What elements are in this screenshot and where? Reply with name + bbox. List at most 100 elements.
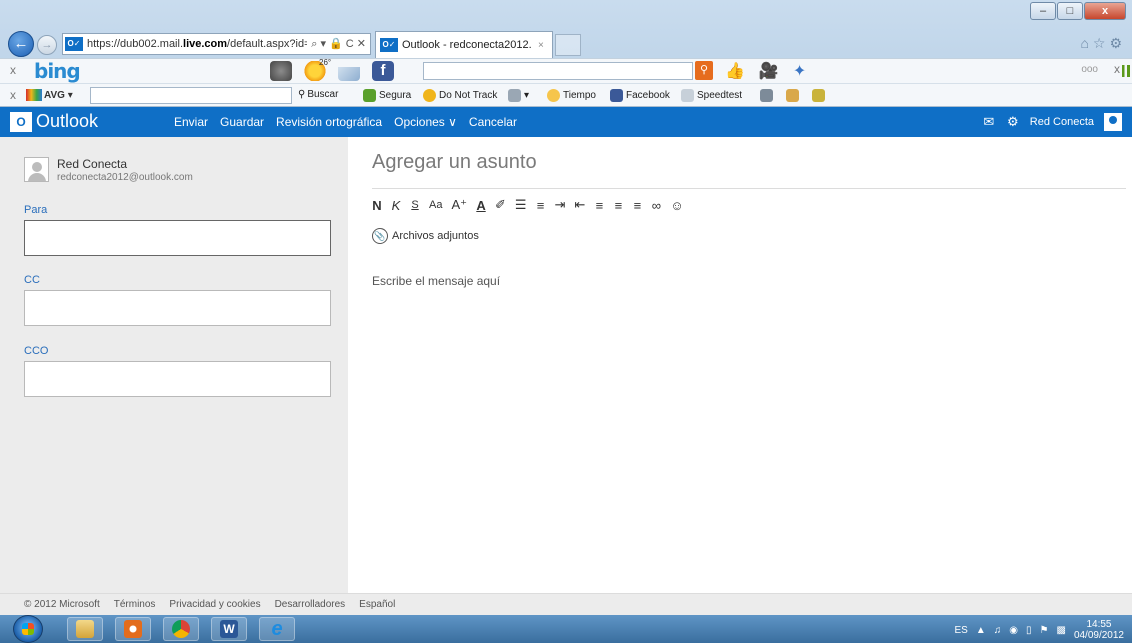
bing-right-close[interactable]: x [1114, 62, 1120, 76]
notes-icon[interactable] [786, 89, 799, 102]
traffic-icon[interactable] [270, 61, 292, 81]
mail-icon[interactable] [338, 67, 360, 81]
outlook-header: O Outlook Enviar Guardar Revisión ortogr… [0, 107, 1132, 137]
clock-time: 14:55 [1086, 619, 1112, 630]
trash-dropdown[interactable]: ▾ [508, 89, 529, 102]
privacy-link[interactable]: Privacidad y cookies [169, 599, 260, 610]
speedtest-button[interactable]: Speedtest [681, 89, 742, 102]
buscar-button[interactable]: ⚲ Buscar [298, 89, 338, 100]
avg-search-input[interactable] [90, 87, 292, 104]
new-tab-button[interactable] [555, 34, 581, 56]
tiempo-button[interactable]: Tiempo [547, 89, 596, 102]
align-right-button[interactable]: ≡ [632, 198, 642, 213]
taskbar-word[interactable]: W [211, 617, 247, 641]
bullet-list-button[interactable]: ≡ [536, 198, 546, 213]
bing-logo[interactable]: bing [34, 59, 81, 83]
send-button[interactable]: Enviar [174, 115, 208, 129]
back-button[interactable]: ← [8, 31, 34, 57]
language-link[interactable]: Español [359, 599, 395, 610]
segura-button[interactable]: Segura [363, 89, 411, 102]
bing-search-input[interactable] [423, 62, 693, 80]
volume-icon[interactable]: ♫ [994, 625, 1002, 636]
highlight-button[interactable]: ✐ [495, 197, 506, 213]
eye-icon [423, 89, 436, 102]
bing-bar-close[interactable]: x [10, 63, 16, 77]
language-indicator[interactable]: ES [955, 625, 968, 636]
emoticon-button[interactable]: ☺ [670, 198, 683, 213]
bcc-field[interactable] [24, 361, 331, 397]
start-button[interactable] [13, 615, 43, 643]
close-window-button[interactable]: x [1084, 2, 1126, 20]
to-field[interactable] [24, 220, 331, 256]
calculator-icon[interactable] [760, 89, 773, 102]
sender-name: Red Conecta [57, 157, 128, 171]
like-icon[interactable]: 👍 [725, 61, 745, 81]
address-tools[interactable]: ⌕ ▾ 🔒 C ✕ [307, 37, 370, 51]
developers-link[interactable]: Desarrolladores [275, 599, 346, 610]
user-avatar[interactable] [1104, 113, 1122, 131]
user-name[interactable]: Red Conecta [1030, 116, 1094, 128]
messaging-icon[interactable]: ✉ [982, 115, 996, 129]
font-color-button[interactable]: A [476, 198, 486, 213]
taskbar-ie[interactable]: e [259, 617, 295, 641]
bing-more-dots[interactable]: ooo [1081, 64, 1098, 75]
do-not-track-button[interactable]: Do Not Track [423, 89, 497, 102]
news-icon[interactable]: ✦ [793, 61, 806, 81]
underline-button[interactable]: S [410, 199, 420, 211]
tab-close-icon[interactable]: × [538, 40, 544, 51]
terms-link[interactable]: Términos [114, 599, 156, 610]
facebook-icon[interactable]: f [372, 61, 394, 81]
flag-icon[interactable]: ⚑ [1040, 625, 1049, 636]
network-icon[interactable]: ◉ [1009, 625, 1018, 636]
video-icon[interactable]: 🎥 [759, 61, 779, 81]
spellcheck-button[interactable]: Revisión ortográfica [276, 115, 382, 129]
maximize-button[interactable]: □ [1057, 2, 1083, 20]
italic-button[interactable]: K [391, 198, 401, 213]
facebook-small-icon [610, 89, 623, 102]
link-button[interactable]: ∞ [651, 198, 661, 213]
outlook-logo[interactable]: O Outlook [10, 111, 98, 132]
paperclip-icon: 📎 [372, 228, 388, 244]
weather-icon[interactable]: 26° [304, 58, 331, 81]
avg-logo-icon [26, 89, 42, 101]
subject-input[interactable]: Agregar un asunto [372, 151, 537, 174]
tray-expand-icon[interactable]: ▲ [976, 625, 986, 636]
gear-icon[interactable]: ⚙ [1006, 115, 1020, 129]
cancel-button[interactable]: Cancelar [469, 115, 517, 129]
address-bar[interactable]: O✓ https://dub002.mail.live.com/default.… [62, 33, 371, 55]
align-left-button[interactable]: ≡ [594, 198, 604, 213]
tab-outlook[interactable]: O✓ Outlook - redconecta2012... × [375, 31, 553, 58]
options-dropdown[interactable]: Opciones ∨ [394, 115, 457, 129]
cc-field[interactable] [24, 290, 331, 326]
taskbar-media-player[interactable] [115, 617, 151, 641]
copyright: © 2012 Microsoft [24, 599, 100, 610]
clock[interactable]: 14:55 04/09/2012 [1074, 619, 1124, 641]
page-footer: © 2012 Microsoft Términos Privacidad y c… [0, 593, 1132, 615]
facebook-button[interactable]: Facebook [610, 89, 670, 102]
avg-tools-icons[interactable] [760, 89, 828, 102]
attachments-button[interactable]: 📎 Archivos adjuntos [372, 228, 479, 244]
forward-button[interactable]: → [37, 35, 57, 55]
message-body[interactable]: Escribe el mensaje aquí [372, 274, 500, 288]
decrease-indent-button[interactable]: ⇥ [555, 197, 566, 213]
taskbar-explorer[interactable] [67, 617, 103, 641]
save-button[interactable]: Guardar [220, 115, 264, 129]
increase-indent-button[interactable]: ⇤ [574, 197, 585, 213]
word-icon: W [220, 620, 238, 638]
battery-icon[interactable]: ▯ [1026, 625, 1032, 636]
numbered-list-button[interactable]: ☰ [515, 197, 527, 213]
avg-bar-close[interactable]: x [10, 88, 16, 102]
bold-button[interactable]: N [372, 198, 382, 213]
font-button[interactable]: Aa [429, 199, 442, 211]
align-center-button[interactable]: ≡ [613, 198, 623, 213]
font-size-button[interactable]: A⁺ [451, 197, 467, 213]
minimize-button[interactable]: – [1030, 2, 1056, 20]
avg-logo[interactable]: AVG ▾ [26, 89, 73, 101]
home-favorites-tools-icons[interactable]: ⌂☆⚙ [1080, 35, 1126, 52]
signal-bars-icon[interactable]: ▩ [1056, 625, 1065, 636]
sender-info: Red Conecta redconecta2012@outlook.com [24, 157, 193, 183]
url-text[interactable]: https://dub002.mail.live.com/default.asp… [87, 38, 307, 50]
bing-search-icon[interactable]: ⚲ [695, 61, 713, 80]
taskbar-chrome[interactable] [163, 617, 199, 641]
zoom-icon[interactable] [812, 89, 825, 102]
